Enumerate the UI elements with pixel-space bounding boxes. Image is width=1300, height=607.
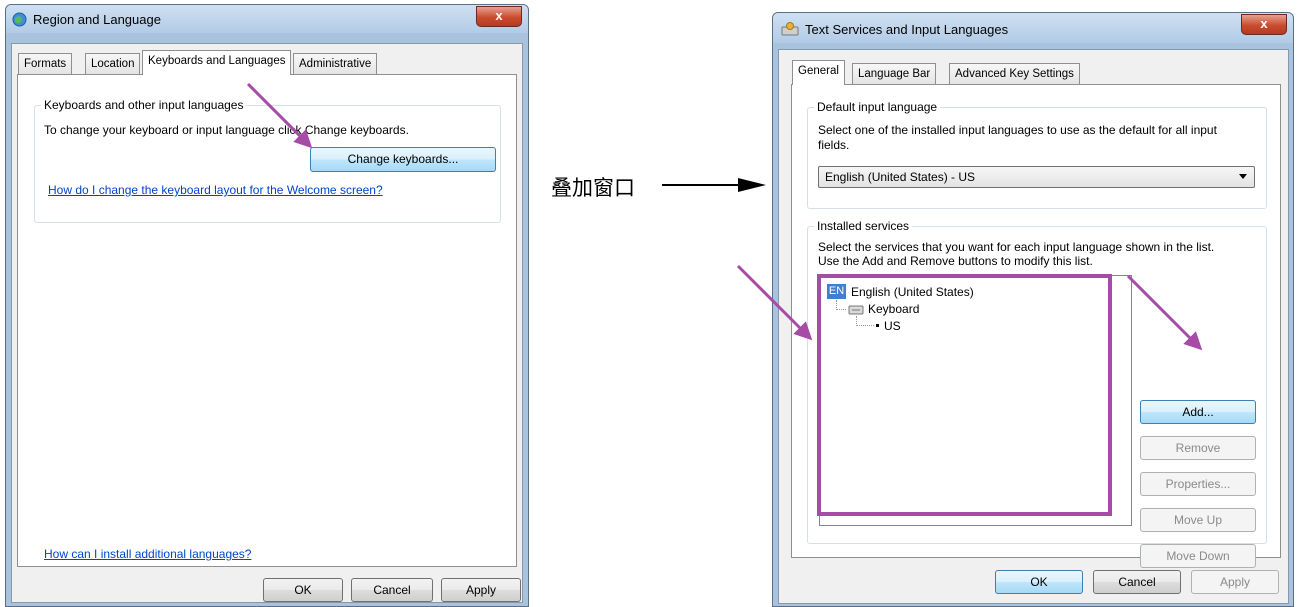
arrow-to-tree: [736, 264, 813, 341]
tab-general[interactable]: General: [792, 60, 845, 85]
tab-keyboards-and-languages[interactable]: Keyboards and Languages: [142, 50, 292, 75]
arrow-to-change-keyboards: [246, 82, 313, 149]
move-down-button[interactable]: Move Down: [1140, 544, 1256, 568]
arrow-to-add: [1126, 274, 1203, 351]
overlay-arrows: [246, 82, 1203, 351]
